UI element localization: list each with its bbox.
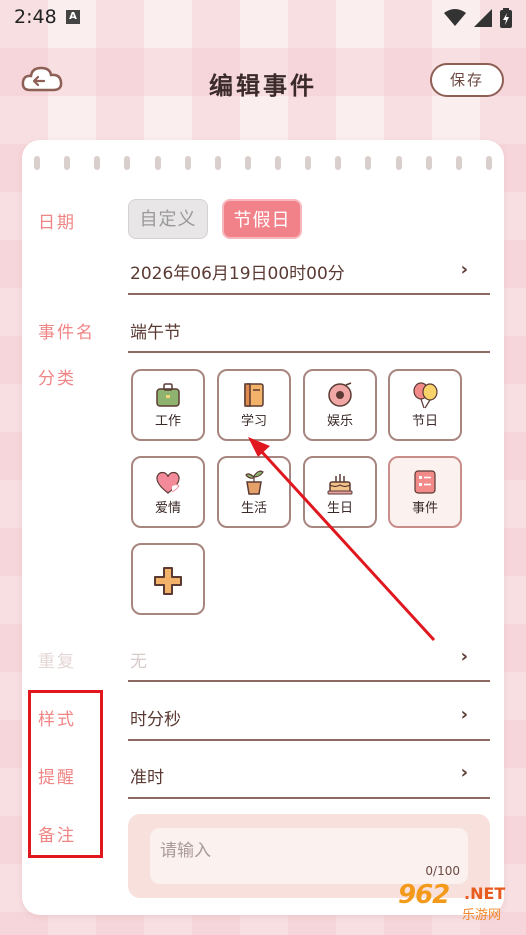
category-name: 工作: [154, 414, 181, 429]
reminder-chevron-icon[interactable]: ›: [461, 762, 468, 783]
heart-icon: [156, 471, 180, 494]
hole: [34, 156, 40, 170]
hole: [365, 156, 372, 170]
repeat-chevron-icon[interactable]: ›: [461, 646, 468, 667]
record-icon: [328, 382, 352, 407]
hole: [455, 156, 462, 170]
status-bar: 2:48 A: [0, 0, 526, 34]
save-button[interactable]: 保存: [430, 63, 504, 97]
hole: [244, 156, 251, 170]
status-time: 2:48: [14, 6, 57, 28]
notebook-holes: [34, 156, 492, 170]
hole: [485, 156, 492, 170]
category-name: 节日: [411, 414, 438, 429]
watermark-brand: 962: [398, 880, 450, 910]
hole: [94, 156, 101, 170]
watermark-domain: .NET: [464, 884, 506, 903]
hole: [395, 156, 402, 170]
style-value[interactable]: 时分秒: [130, 705, 181, 730]
divider: [128, 680, 490, 682]
category-work[interactable]: 工作: [131, 369, 205, 441]
category-name: 生日: [326, 501, 353, 516]
signal-icon: [474, 9, 492, 27]
category-label: 分类: [38, 369, 76, 389]
hole: [184, 156, 191, 170]
date-label: 日期: [38, 213, 76, 233]
style-chevron-icon[interactable]: ›: [461, 704, 468, 725]
annotation-highlight-box: [28, 690, 103, 858]
watermark-sub: 乐游网: [462, 908, 502, 923]
note-input[interactable]: 请输入 0/100: [150, 828, 468, 884]
plant-icon: [245, 470, 264, 495]
repeat-value[interactable]: 无: [130, 647, 147, 672]
note-char-count: 0/100: [425, 864, 460, 878]
hole: [335, 156, 342, 170]
category-life[interactable]: 生活: [217, 456, 291, 528]
category-add-button[interactable]: [131, 543, 205, 615]
category-name: 娱乐: [326, 414, 353, 429]
battery-icon: [500, 8, 512, 28]
repeat-label: 重复: [38, 652, 76, 672]
hole: [214, 156, 221, 170]
date-mode-custom[interactable]: 自定义: [128, 199, 208, 239]
divider: [128, 293, 490, 295]
hole: [305, 156, 312, 170]
hole: [154, 156, 161, 170]
briefcase-icon: [156, 383, 180, 407]
hole: [275, 156, 281, 170]
date-chevron-icon[interactable]: ›: [461, 259, 468, 280]
notification-icon: A: [66, 10, 80, 24]
cake-icon: [327, 474, 353, 495]
top-bar: 编辑事件 保存: [0, 50, 526, 110]
balloon-icon: [413, 382, 438, 409]
hole: [124, 156, 131, 170]
note-placeholder: 请输入: [160, 841, 211, 861]
reminder-value[interactable]: 准时: [130, 763, 164, 788]
divider: [128, 739, 490, 741]
system-icons: [444, 8, 512, 28]
plus-icon: [154, 567, 182, 595]
note-icon: [414, 470, 436, 494]
category-event[interactable]: 事件: [388, 456, 462, 528]
category-study[interactable]: 学习: [217, 369, 291, 441]
divider: [128, 351, 490, 353]
category-birthday[interactable]: 生日: [303, 456, 377, 528]
wifi-icon: [444, 9, 466, 26]
category-name: 学习: [240, 414, 267, 429]
hole: [64, 156, 71, 170]
divider: [128, 797, 490, 799]
book-icon: [244, 383, 264, 407]
hole: [425, 156, 432, 170]
category-name: 生活: [240, 501, 267, 516]
category-entertainment[interactable]: 娱乐: [303, 369, 377, 441]
category-name: 事件: [411, 501, 438, 516]
date-mode-holiday[interactable]: 节假日: [222, 199, 302, 239]
date-value[interactable]: 2026年06月19日00时00分: [130, 259, 345, 284]
category-holiday[interactable]: 节日: [388, 369, 462, 441]
category-love[interactable]: 爱情: [131, 456, 205, 528]
event-name-input[interactable]: 端午节: [130, 318, 181, 343]
event-name-label: 事件名: [38, 323, 95, 343]
category-name: 爱情: [154, 501, 181, 516]
watermark-logo: 962 .NET 乐游网: [398, 880, 518, 930]
